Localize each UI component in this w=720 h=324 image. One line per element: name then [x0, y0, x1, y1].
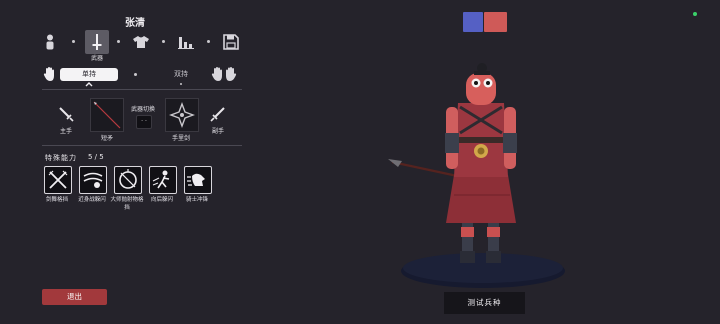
off-hand-sword-icon[interactable] [210, 106, 226, 122]
weapon-slot-shuriken-label: 手里剑 [171, 135, 190, 142]
weapon-switch-button[interactable]: · · [136, 115, 152, 129]
editor-panel: 张清 武器 单持 双持 主手 短矛 武器切换 · · 手里剑 副手 特殊能力 5… [0, 0, 270, 324]
spear-icon [93, 101, 121, 129]
ability-projectile-block-label: 大师抛射物格挡 [110, 197, 144, 211]
abilities-title: 特殊能力 [45, 154, 77, 162]
divider [42, 89, 242, 90]
character-tab[interactable] [38, 30, 62, 54]
off-hand-label: 副手 [211, 128, 224, 135]
close-dodge-icon [83, 172, 103, 188]
team-blue-swatch[interactable] [463, 12, 483, 32]
ability-sword-dance[interactable] [44, 166, 72, 194]
grip-indicator-dot [180, 83, 182, 85]
person-icon [46, 34, 54, 50]
ability-close-dodge-label: 近身战躲闪 [78, 197, 106, 203]
bar-chart-icon [178, 37, 194, 49]
dual-grip-button[interactable]: 双持 [164, 69, 198, 79]
ability-close-dodge[interactable] [79, 166, 107, 194]
shuriken-icon [169, 102, 195, 128]
weapon-slot-shuriken[interactable] [165, 98, 199, 132]
test-unit-button[interactable]: 测试兵种 [444, 292, 525, 314]
sword-icon [92, 34, 102, 50]
weapon-switch-label: 武器切换 [130, 106, 155, 113]
tab-separator-dot [162, 40, 165, 43]
two-hands-icon [211, 67, 237, 81]
abilities-count: 5 / 5 [88, 153, 104, 161]
main-hand-label: 主手 [59, 128, 72, 135]
floppy-disk-icon [223, 34, 239, 50]
ability-back-dodge-label: 向后躲闪 [150, 197, 173, 203]
character-name: 张清 [125, 18, 145, 29]
single-grip-button[interactable]: 单持 [60, 68, 118, 81]
stats-tab[interactable] [174, 30, 198, 54]
hand-icon [43, 67, 54, 81]
sword-dance-icon [48, 170, 68, 189]
divider [42, 145, 242, 146]
back-dodge-icon [152, 170, 170, 189]
shirt-icon [133, 36, 149, 48]
ability-knight-charge-label: 骑士冲锋 [185, 197, 208, 203]
ability-knight-charge[interactable] [184, 166, 212, 194]
weapon-tab[interactable] [85, 30, 109, 54]
chevron-up-icon [85, 82, 93, 87]
status-indicator [693, 12, 697, 16]
ability-projectile-block[interactable] [114, 166, 142, 194]
exit-button[interactable]: 退出 [42, 289, 107, 305]
character-preview[interactable] [380, 55, 580, 295]
tab-separator-dot [207, 40, 210, 43]
save-tab[interactable] [219, 30, 243, 54]
grip-separator-dot [134, 73, 137, 76]
tab-separator-dot [117, 40, 120, 43]
weapon-slot-spear[interactable] [90, 98, 124, 132]
weapon-tab-label: 武器 [90, 55, 103, 62]
tab-separator-dot [72, 40, 75, 43]
knight-charge-icon [187, 173, 205, 186]
clothing-tab[interactable] [129, 30, 153, 54]
main-hand-sword-icon[interactable] [58, 106, 74, 122]
weapon-slot-spear-label: 短矛 [100, 135, 113, 142]
team-red-swatch[interactable] [484, 12, 507, 32]
ability-back-dodge[interactable] [149, 166, 177, 194]
ability-sword-dance-label: 剑舞格挡 [45, 197, 68, 203]
projectile-block-icon [119, 169, 137, 189]
